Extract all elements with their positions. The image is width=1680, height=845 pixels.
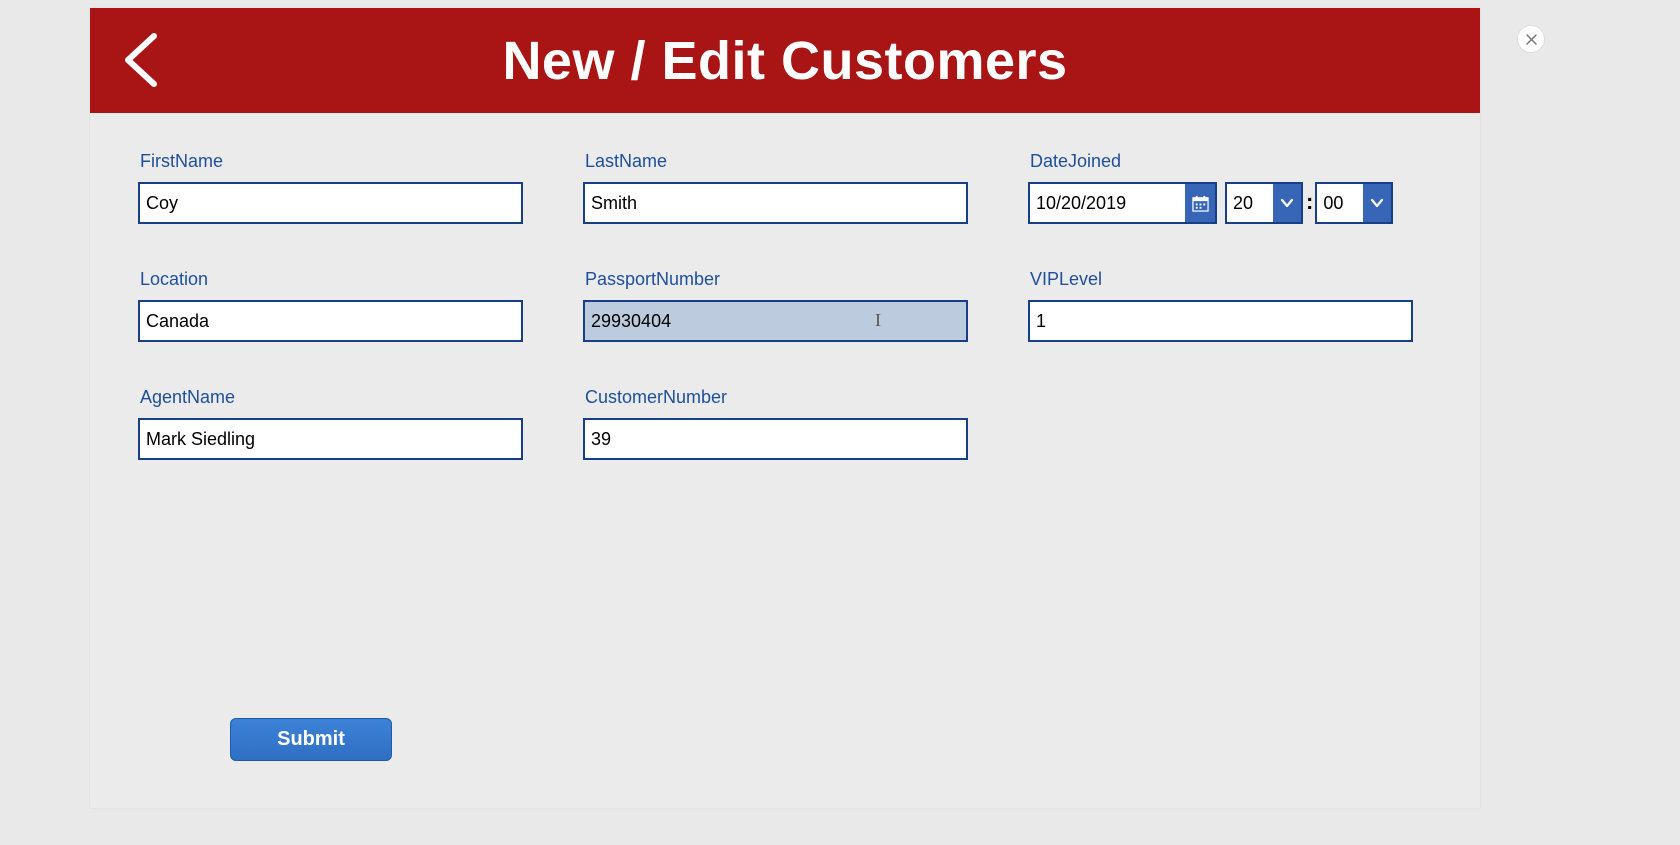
datejoined-hour-select bbox=[1225, 182, 1303, 224]
minute-dropdown-button[interactable] bbox=[1363, 184, 1391, 222]
page-title: New / Edit Customers bbox=[90, 30, 1480, 92]
datejoined-date-input-wrap bbox=[1028, 182, 1217, 224]
datejoined-field: DateJoined bbox=[1028, 151, 1393, 224]
agentname-field: AgentName bbox=[138, 387, 523, 460]
datejoined-label: DateJoined bbox=[1028, 151, 1393, 172]
hour-dropdown-button[interactable] bbox=[1273, 184, 1301, 222]
back-button[interactable] bbox=[120, 30, 160, 90]
calendar-icon bbox=[1192, 195, 1209, 212]
datejoined-minute-select bbox=[1315, 182, 1393, 224]
chevron-left-icon bbox=[120, 30, 160, 90]
location-field: Location bbox=[138, 269, 523, 342]
datejoined-minute-input[interactable] bbox=[1317, 184, 1363, 222]
firstname-input[interactable] bbox=[138, 182, 523, 224]
submit-button[interactable]: Submit bbox=[230, 718, 392, 761]
viplevel-label: VIPLevel bbox=[1028, 269, 1413, 290]
form-area: FirstName LastName DateJoined bbox=[90, 113, 1480, 460]
time-colon: : bbox=[1306, 189, 1313, 215]
customernumber-input[interactable] bbox=[583, 418, 968, 460]
viplevel-field: VIPLevel bbox=[1028, 269, 1413, 342]
close-button[interactable] bbox=[1517, 25, 1545, 53]
passportnumber-label: PassportNumber bbox=[583, 269, 968, 290]
datejoined-group: : bbox=[1028, 182, 1393, 224]
calendar-picker-button[interactable] bbox=[1185, 184, 1215, 222]
chevron-down-icon bbox=[1279, 195, 1295, 211]
firstname-field: FirstName bbox=[138, 151, 523, 224]
viplevel-input[interactable] bbox=[1028, 300, 1413, 342]
lastname-input[interactable] bbox=[583, 182, 968, 224]
agentname-label: AgentName bbox=[138, 387, 523, 408]
firstname-label: FirstName bbox=[138, 151, 523, 172]
agentname-input[interactable] bbox=[138, 418, 523, 460]
edit-customer-panel: New / Edit Customers FirstName LastName … bbox=[90, 8, 1480, 808]
lastname-field: LastName bbox=[583, 151, 968, 224]
close-icon bbox=[1525, 33, 1538, 46]
passportnumber-input[interactable] bbox=[583, 300, 968, 342]
passportnumber-field: PassportNumber bbox=[583, 269, 968, 342]
lastname-label: LastName bbox=[583, 151, 968, 172]
location-label: Location bbox=[138, 269, 523, 290]
customernumber-label: CustomerNumber bbox=[583, 387, 968, 408]
chevron-down-icon bbox=[1369, 195, 1385, 211]
location-input[interactable] bbox=[138, 300, 523, 342]
customernumber-field: CustomerNumber bbox=[583, 387, 968, 460]
datejoined-date-input[interactable] bbox=[1030, 184, 1185, 222]
header-bar: New / Edit Customers bbox=[90, 8, 1480, 113]
datejoined-hour-input[interactable] bbox=[1227, 184, 1273, 222]
